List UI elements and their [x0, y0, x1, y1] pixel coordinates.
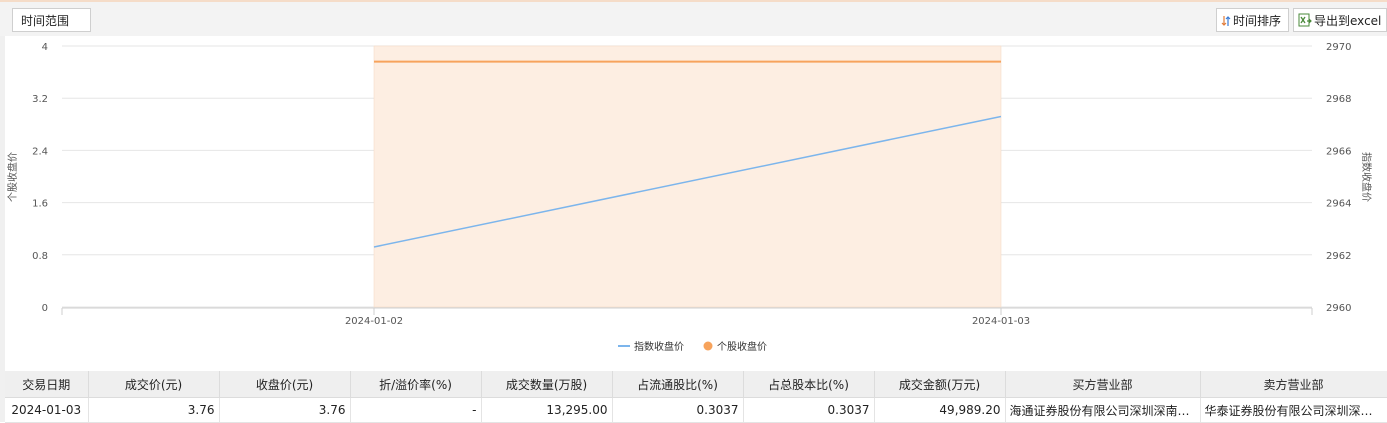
legend-label: 指数收盘价 [634, 340, 684, 353]
right-tick-label: 2966 [1326, 146, 1351, 157]
export-excel-label: 导出到excel [1314, 14, 1382, 28]
right-axis-ticks: 2960 2962 2964 2966 2968 2970 [1326, 42, 1351, 314]
table-cell: 0.3037 [743, 397, 875, 423]
sort-icon [1221, 16, 1231, 26]
time-sort-button[interactable]: 时间排序 [1216, 8, 1289, 32]
left-tick-label: 0 [42, 303, 48, 314]
export-excel-button[interactable]: 导出到excel [1293, 8, 1387, 32]
table-cell: - [350, 397, 482, 423]
column-header[interactable]: 买方营业部 [1005, 371, 1201, 398]
table-cell: 13,295.00 [481, 397, 613, 423]
right-tick-label: 2962 [1326, 251, 1351, 262]
table-cell: 0.3037 [612, 397, 744, 423]
column-header[interactable]: 占流通股比(%) [612, 371, 744, 398]
table-body: 2024-01-03 3.76 3.76-13,295.00 0.3037 0.3037… [5, 397, 1387, 423]
left-tick-label: 1.6 [32, 199, 48, 210]
right-tick-label: 2970 [1326, 42, 1351, 53]
price-chart: 00.81.62.43.24 296029622964296629682970 … [6, 42, 1373, 353]
column-header[interactable]: 卖方营业部 [1200, 371, 1387, 398]
legend-label: 个股收盘价 [717, 340, 767, 353]
right-tick-label: 2960 [1326, 303, 1351, 314]
x-axis: 2024-01-02 2024-01-03 [61, 307, 1313, 327]
right-tick-label: 2964 [1326, 199, 1351, 210]
table-header-row: 交易日期 成交价(元) 收盘价(元) 折/溢价率(%) 成交数量(万股) 占流通股比(%)… [5, 371, 1387, 398]
excel-icon [1298, 13, 1312, 27]
legend-marker-stock [703, 341, 713, 351]
block-trade-table: 交易日期 成交价(元) 收盘价(元) 折/溢价率(%) 成交数量(万股) 占流通股比(%)… [5, 371, 1387, 423]
table-cell: 3.76 [88, 397, 220, 423]
left-tick-label: 3.2 [32, 94, 48, 105]
table-cell: 海通证券股份有限公司深圳深南… [1005, 397, 1201, 423]
right-tick-label: 2968 [1326, 94, 1351, 105]
column-header[interactable]: 交易日期 [5, 371, 89, 398]
chart-legend: 指数收盘价 个股收盘价 [618, 340, 767, 353]
column-header[interactable]: 收盘价(元) [219, 371, 351, 398]
table-cell: 华泰证券股份有限公司深圳深南… [1200, 397, 1387, 423]
right-axis-label: 指数收盘价 [1360, 152, 1373, 202]
left-tick-label: 4 [42, 42, 48, 53]
time-range-button[interactable]: 时间范围 [12, 8, 91, 32]
date-range-band [373, 45, 1002, 308]
left-axis-ticks: 0 0.8 1.6 2.4 3.2 4 [32, 42, 48, 314]
column-header[interactable]: 成交价(元) [88, 371, 220, 398]
toolbar: 时间范围 时间排序 导出到excel [0, 2, 1387, 36]
left-axis-label: 个股收盘价 [6, 152, 19, 202]
table-cell: 49,989.20 [874, 397, 1006, 423]
column-header[interactable]: 成交金额(万元) [874, 371, 1006, 398]
table-cell: 3.76 [219, 397, 351, 423]
highlight-band [373, 45, 1002, 308]
left-tick-label: 0.8 [32, 251, 48, 262]
x-tick-label: 2024-01-03 [972, 316, 1030, 327]
column-header[interactable]: 占总股本比(%) [743, 371, 875, 398]
left-tick-label: 2.4 [32, 146, 48, 157]
table-cell: 2024-01-03 [5, 397, 89, 423]
time-sort-label: 时间排序 [1233, 14, 1282, 28]
column-header[interactable]: 成交数量(万股) [481, 371, 613, 398]
table-row[interactable]: 2024-01-03 3.76 3.76-13,295.00 0.3037 0.3037… [5, 397, 1387, 423]
column-header[interactable]: 折/溢价率(%) [350, 371, 482, 398]
x-tick-label: 2024-01-02 [345, 316, 403, 327]
